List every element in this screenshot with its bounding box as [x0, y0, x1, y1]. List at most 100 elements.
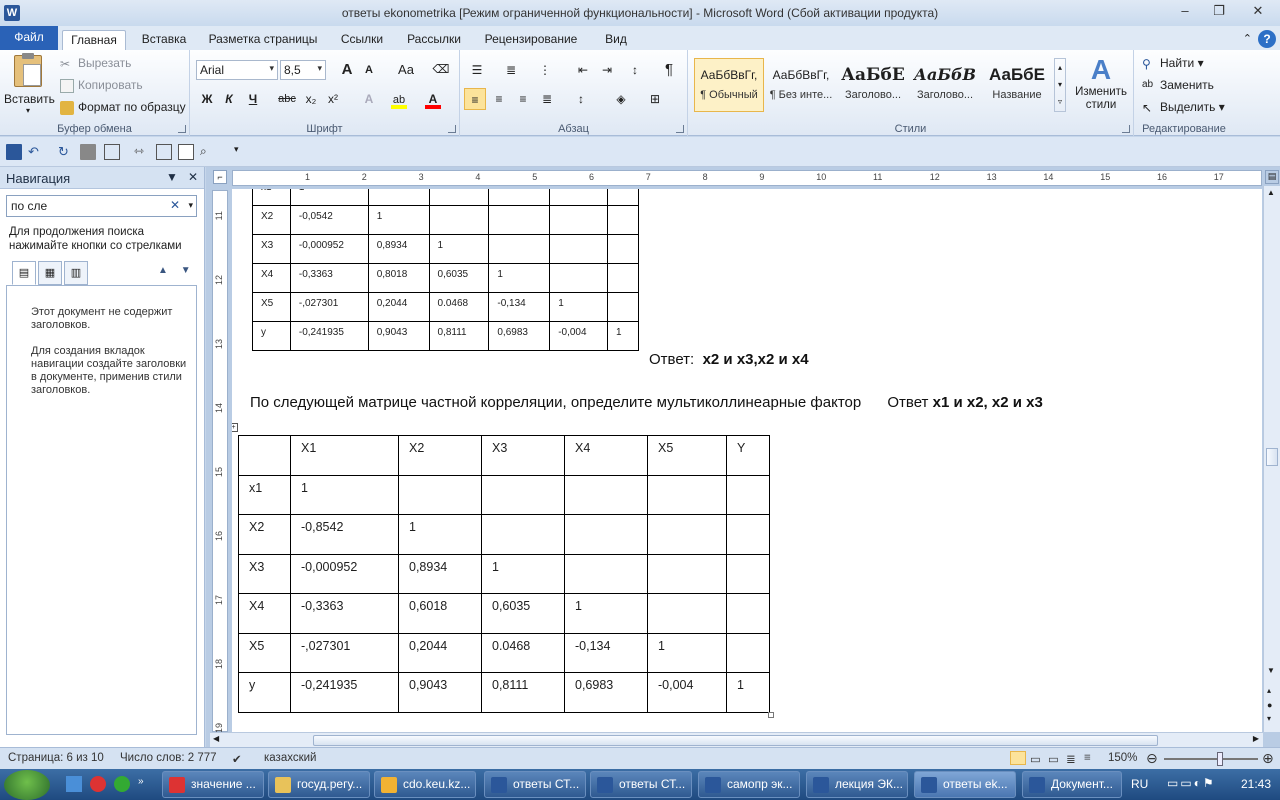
web-layout-icon[interactable]: ▭: [1048, 752, 1059, 766]
tab-insert[interactable]: Вставка: [134, 30, 194, 50]
zoom-slider-thumb[interactable]: [1217, 752, 1224, 766]
format-painter-button[interactable]: Формат по образцу: [60, 100, 186, 115]
table-cell[interactable]: -0,241935: [290, 672, 399, 713]
correlation-table-2[interactable]: X1 X2 X3 X4 X5 Yx1 1 X2 -0,8542 1 X3 -0,000952 0,893…: [238, 435, 770, 713]
horizontal-scroll-thumb[interactable]: [313, 735, 1158, 746]
prev-page-icon[interactable]: ▴: [1267, 686, 1271, 695]
table-cell[interactable]: x1: [252, 189, 291, 206]
more-icon[interactable]: »: [138, 776, 144, 792]
replace-button[interactable]: ab Заменить: [1142, 78, 1214, 93]
ruler-toggle-icon[interactable]: ⌐: [213, 170, 227, 184]
table-cell[interactable]: 0,6035: [481, 593, 565, 634]
increase-indent-icon[interactable]: ⇥: [596, 59, 618, 81]
table-cell[interactable]: [488, 205, 551, 235]
horizontal-ruler[interactable]: 1 2 3 4 5 6 7 8 9 10 11 12 13 14 15 16 17: [232, 170, 1262, 186]
tab-file[interactable]: Файл: [0, 26, 58, 50]
table-cell[interactable]: [481, 474, 565, 515]
font-name-combo[interactable]: Arial: [196, 60, 278, 80]
tab-home[interactable]: Главная: [62, 30, 126, 50]
shrink-font-button[interactable]: A: [358, 59, 380, 81]
nav-search-input[interactable]: по сле ✕ ▾: [6, 195, 197, 217]
table-cell[interactable]: [607, 189, 639, 206]
table-cell[interactable]: [428, 205, 490, 235]
table-cell[interactable]: [238, 435, 291, 476]
clock[interactable]: 21:43: [1241, 777, 1271, 791]
cut-button[interactable]: ✂ Вырезать: [60, 56, 131, 71]
table-cell[interactable]: -,027301: [290, 632, 399, 673]
table-icon[interactable]: [104, 144, 120, 160]
table-cell[interactable]: -0,3363: [290, 593, 399, 634]
taskbar-item[interactable]: самопр эк...: [698, 771, 800, 798]
borders-icon[interactable]: ⊞: [644, 88, 666, 110]
table-cell[interactable]: [607, 205, 639, 235]
tab-view[interactable]: Вид: [594, 30, 638, 50]
table-cell[interactable]: 0,2044: [398, 632, 482, 673]
table-cell[interactable]: 0,8111: [481, 672, 565, 713]
tab-page-layout[interactable]: Разметка страницы: [200, 30, 326, 50]
table-cell[interactable]: -,027301: [289, 292, 369, 322]
table-cell[interactable]: [607, 263, 639, 293]
taskbar-item[interactable]: ответы СТ...: [484, 771, 586, 798]
table-cell[interactable]: 0,8934: [367, 234, 430, 264]
sort-icon[interactable]: ↕: [624, 59, 646, 81]
table-cell[interactable]: [647, 514, 727, 555]
table-cell[interactable]: 0,8934: [398, 553, 482, 594]
table-cell[interactable]: [488, 189, 551, 206]
italic-button[interactable]: К: [218, 88, 240, 110]
line-spacing-icon[interactable]: ↕: [570, 88, 592, 110]
desktop-icon[interactable]: [66, 776, 82, 792]
horizontal-scrollbar[interactable]: ◀ ▶: [210, 732, 1263, 747]
browse-object-icon[interactable]: ●: [1267, 700, 1272, 710]
table-cell[interactable]: [481, 514, 565, 555]
qat-customize-icon[interactable]: ▾: [234, 144, 250, 160]
table-cell[interactable]: 1: [488, 263, 551, 293]
table-cell[interactable]: x1: [238, 474, 291, 515]
table-cell[interactable]: [647, 553, 727, 594]
page-icon[interactable]: [178, 144, 194, 160]
clipboard-launcher-icon[interactable]: [178, 125, 186, 133]
clear-formatting-icon[interactable]: ⌫: [430, 58, 452, 80]
zoom-level[interactable]: 150%: [1108, 752, 1137, 764]
change-case-button[interactable]: Aa: [392, 59, 420, 81]
table-cell[interactable]: 1: [647, 632, 727, 673]
align-center-icon[interactable]: ≡: [488, 88, 510, 110]
language-indicator-tray[interactable]: RU: [1131, 777, 1148, 791]
shading-icon[interactable]: ◈: [610, 88, 632, 110]
table-cell[interactable]: -0,3363: [289, 263, 369, 293]
scroll-right-icon[interactable]: ▶: [1253, 734, 1259, 743]
table-cell[interactable]: X5: [252, 292, 291, 322]
table-cell[interactable]: -0,004: [647, 672, 727, 713]
table-cell[interactable]: -0,8542: [290, 514, 399, 555]
zoom-out-icon[interactable]: ⊖: [1146, 750, 1158, 767]
table-cell[interactable]: X4: [564, 435, 648, 476]
table-cell[interactable]: X5: [238, 632, 291, 673]
change-styles-button[interactable]: A Изменить стили: [1072, 54, 1130, 112]
maximize-button[interactable]: ❐: [1202, 0, 1236, 22]
table-cell[interactable]: X2: [238, 514, 291, 555]
spellcheck-icon[interactable]: ✔: [232, 752, 242, 766]
table-cell[interactable]: -0,134: [564, 632, 648, 673]
table-cell[interactable]: 0.0468: [428, 292, 490, 322]
table-cell[interactable]: [647, 474, 727, 515]
table-cell[interactable]: -0,000952: [289, 234, 369, 264]
table-cell[interactable]: 1: [289, 189, 369, 206]
pages-tab-icon[interactable]: ▦: [38, 261, 62, 285]
table-cell[interactable]: 1: [564, 593, 648, 634]
align-right-icon[interactable]: ≡: [512, 88, 534, 110]
zoom-in-icon[interactable]: ⊕: [1262, 750, 1274, 767]
table-move-handle-icon[interactable]: +: [232, 423, 238, 432]
table-cell[interactable]: 1: [290, 474, 399, 515]
print-layout-icon[interactable]: [1010, 751, 1026, 765]
tray-icons[interactable]: ▭▭◐⚑: [1167, 776, 1216, 790]
find-button[interactable]: ⚲ Найти ▾: [1142, 56, 1204, 71]
bullets-icon[interactable]: ☰: [466, 59, 488, 81]
nav-menu-icon[interactable]: ▼: [166, 170, 178, 184]
table-cell[interactable]: [564, 553, 648, 594]
tab-review[interactable]: Рецензирование: [478, 30, 584, 50]
table-cell[interactable]: X3: [238, 553, 291, 594]
font-color-icon[interactable]: A: [422, 88, 444, 110]
columns-icon[interactable]: ⇿: [134, 144, 150, 160]
table-cell[interactable]: [607, 234, 639, 264]
taskbar-item[interactable]: cdo.keu.kz...: [374, 771, 476, 798]
decrease-indent-icon[interactable]: ⇤: [572, 59, 594, 81]
